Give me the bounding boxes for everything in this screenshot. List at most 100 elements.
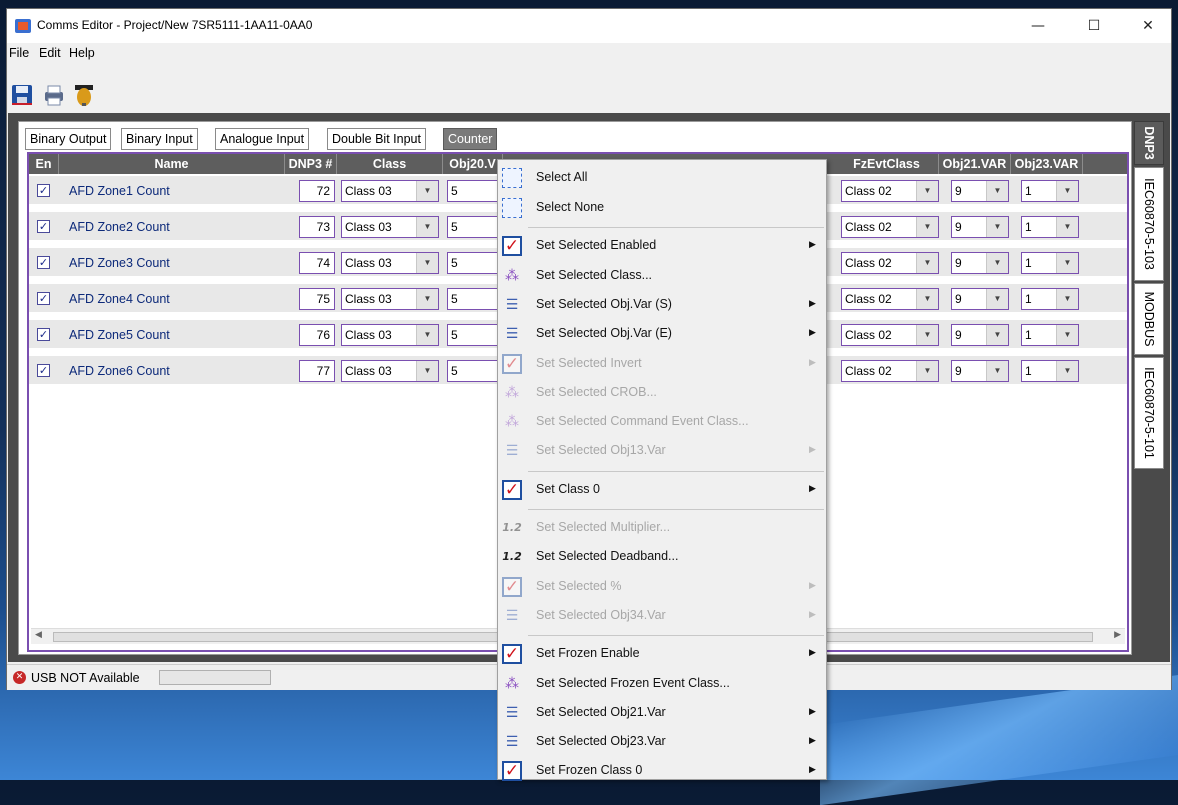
side-tab-modbus[interactable]: MODBUS xyxy=(1134,283,1164,355)
print-icon[interactable] xyxy=(43,83,65,107)
chevron-down-icon[interactable]: ▼ xyxy=(986,325,1008,345)
menu-item[interactable]: Select All xyxy=(498,164,826,192)
chevron-down-icon[interactable]: ▼ xyxy=(1056,253,1078,273)
obj21-select[interactable]: 9 ▼ xyxy=(951,216,1009,238)
menu-item[interactable]: ☰ Set Selected Obj23.Var ▶ xyxy=(498,728,826,756)
menu-item[interactable]: ✓ Set Frozen Enable ▶ xyxy=(498,640,826,668)
chevron-down-icon[interactable]: ▼ xyxy=(1056,217,1078,237)
chevron-down-icon[interactable]: ▼ xyxy=(416,217,438,237)
col-obj20[interactable]: Obj20.V xyxy=(443,154,503,174)
obj23-select[interactable]: 1 ▼ xyxy=(1021,288,1079,310)
side-tab-iec101[interactable]: IEC60870-5-101 xyxy=(1134,357,1164,469)
chevron-down-icon[interactable]: ▼ xyxy=(986,289,1008,309)
col-obj21[interactable]: Obj21.VAR xyxy=(939,154,1011,174)
enabled-checkbox[interactable]: ✓ xyxy=(37,256,50,269)
menu-item[interactable]: Select None xyxy=(498,194,826,222)
obj21-select[interactable]: 9 ▼ xyxy=(951,288,1009,310)
obj23-select[interactable]: 1 ▼ xyxy=(1021,324,1079,346)
col-class[interactable]: Class xyxy=(337,154,443,174)
obj23-select[interactable]: 1 ▼ xyxy=(1021,180,1079,202)
chevron-down-icon[interactable]: ▼ xyxy=(986,217,1008,237)
chevron-down-icon[interactable]: ▼ xyxy=(1056,325,1078,345)
enabled-checkbox[interactable]: ✓ xyxy=(37,220,50,233)
chevron-down-icon[interactable]: ▼ xyxy=(986,361,1008,381)
fzevtclass-select[interactable]: Class 02 ▼ xyxy=(841,360,939,382)
chevron-down-icon[interactable]: ▼ xyxy=(986,253,1008,273)
chevron-down-icon[interactable]: ▼ xyxy=(986,181,1008,201)
dnp3-index-field[interactable]: 74 xyxy=(299,252,335,274)
obj23-select[interactable]: 1 ▼ xyxy=(1021,216,1079,238)
menu-item[interactable]: ☰ Set Selected Obj.Var (E) ▶ xyxy=(498,320,826,348)
menu-item[interactable]: ✓ Set Frozen Class 0 ▶ xyxy=(498,757,826,785)
obj21-select[interactable]: 9 ▼ xyxy=(951,252,1009,274)
chevron-down-icon[interactable]: ▼ xyxy=(416,289,438,309)
tab-binary-output[interactable]: Binary Output xyxy=(25,128,112,150)
class-select[interactable]: Class 03 ▼ xyxy=(341,360,439,382)
col-name[interactable]: Name xyxy=(59,154,285,174)
obj21-select[interactable]: 9 ▼ xyxy=(951,180,1009,202)
scroll-left-icon[interactable]: ◀ xyxy=(35,630,42,640)
chevron-down-icon[interactable]: ▼ xyxy=(916,289,938,309)
enabled-checkbox[interactable]: ✓ xyxy=(37,184,50,197)
obj21-select[interactable]: 9 ▼ xyxy=(951,324,1009,346)
obj23-select[interactable]: 1 ▼ xyxy=(1021,252,1079,274)
chevron-down-icon[interactable]: ▼ xyxy=(1056,361,1078,381)
fzevtclass-select[interactable]: Class 02 ▼ xyxy=(841,252,939,274)
menu-item[interactable]: ✓ Set Class 0 ▶ xyxy=(498,476,826,504)
save-icon[interactable] xyxy=(11,83,33,107)
maximize-button[interactable]: ☐ xyxy=(1071,9,1117,43)
tab-analogue-input[interactable]: Analogue Input xyxy=(215,128,310,150)
enabled-checkbox[interactable]: ✓ xyxy=(37,364,50,377)
close-button[interactable]: ✕ xyxy=(1125,9,1171,43)
enabled-checkbox[interactable]: ✓ xyxy=(37,292,50,305)
class-select[interactable]: Class 03 ▼ xyxy=(341,252,439,274)
menu-edit[interactable]: Edit xyxy=(39,46,61,60)
chevron-down-icon[interactable]: ▼ xyxy=(416,253,438,273)
chevron-down-icon[interactable]: ▼ xyxy=(416,325,438,345)
help-icon[interactable] xyxy=(73,83,95,107)
chevron-down-icon[interactable]: ▼ xyxy=(1056,181,1078,201)
col-fzevtclass[interactable]: FzEvtClass xyxy=(835,154,939,174)
col-obj23[interactable]: Obj23.VAR xyxy=(1011,154,1083,174)
chevron-down-icon[interactable]: ▼ xyxy=(916,181,938,201)
chevron-down-icon[interactable]: ▼ xyxy=(416,361,438,381)
chevron-down-icon[interactable]: ▼ xyxy=(916,325,938,345)
side-tab-iec103[interactable]: IEC60870-5-103 xyxy=(1134,167,1164,281)
tab-counter[interactable]: Counter xyxy=(443,128,498,150)
col-en[interactable]: En xyxy=(29,154,59,174)
minimize-button[interactable]: — xyxy=(1015,9,1061,43)
fzevtclass-select[interactable]: Class 02 ▼ xyxy=(841,216,939,238)
chevron-down-icon[interactable]: ▼ xyxy=(916,217,938,237)
tab-double-bit-input[interactable]: Double Bit Input xyxy=(327,128,426,150)
dnp3-index-field[interactable]: 75 xyxy=(299,288,335,310)
chevron-down-icon[interactable]: ▼ xyxy=(416,181,438,201)
obj23-select[interactable]: 1 ▼ xyxy=(1021,360,1079,382)
menu-item[interactable]: 1.2 Set Selected Deadband... xyxy=(498,543,826,571)
dnp3-index-field[interactable]: 77 xyxy=(299,360,335,382)
menu-item[interactable]: ⁂ Set Selected Class... xyxy=(498,262,826,290)
class-select[interactable]: Class 03 ▼ xyxy=(341,324,439,346)
menu-help[interactable]: Help xyxy=(69,46,95,60)
tab-binary-input[interactable]: Binary Input xyxy=(121,128,198,150)
class-select[interactable]: Class 03 ▼ xyxy=(341,216,439,238)
menu-item[interactable]: ☰ Set Selected Obj.Var (S) ▶ xyxy=(498,291,826,319)
menu-item[interactable]: ☰ Set Selected Obj21.Var ▶ xyxy=(498,699,826,727)
col-dnp3[interactable]: DNP3 # xyxy=(285,154,337,174)
fzevtclass-select[interactable]: Class 02 ▼ xyxy=(841,180,939,202)
fzevtclass-select[interactable]: Class 02 ▼ xyxy=(841,324,939,346)
chevron-down-icon[interactable]: ▼ xyxy=(916,253,938,273)
dnp3-index-field[interactable]: 76 xyxy=(299,324,335,346)
class-select[interactable]: Class 03 ▼ xyxy=(341,180,439,202)
menu-item[interactable]: ⁂ Set Selected Frozen Event Class... xyxy=(498,670,826,698)
menu-item[interactable]: ✓ Set Selected Enabled ▶ xyxy=(498,232,826,260)
class-select[interactable]: Class 03 ▼ xyxy=(341,288,439,310)
enabled-checkbox[interactable]: ✓ xyxy=(37,328,50,341)
side-tab-dnp3[interactable]: DNP3 xyxy=(1134,121,1164,165)
scroll-right-icon[interactable]: ▶ xyxy=(1114,630,1121,640)
chevron-down-icon[interactable]: ▼ xyxy=(1056,289,1078,309)
menu-file[interactable]: File xyxy=(9,46,29,60)
chevron-down-icon[interactable]: ▼ xyxy=(916,361,938,381)
obj21-select[interactable]: 9 ▼ xyxy=(951,360,1009,382)
dnp3-index-field[interactable]: 73 xyxy=(299,216,335,238)
dnp3-index-field[interactable]: 72 xyxy=(299,180,335,202)
